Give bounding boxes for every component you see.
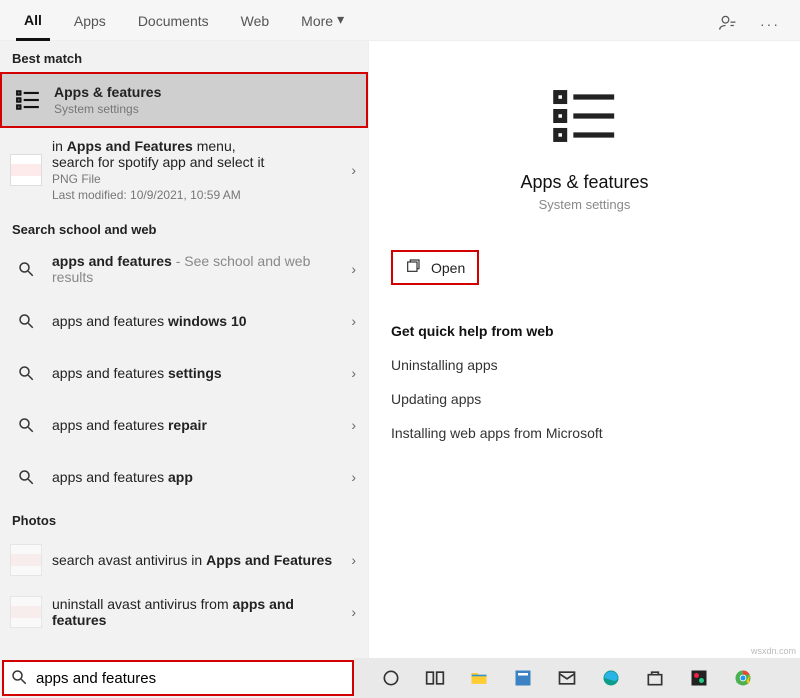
open-button[interactable]: Open xyxy=(391,250,479,285)
search-icon xyxy=(10,305,42,337)
web-result-3[interactable]: apps and features repair › xyxy=(0,399,368,451)
tab-web[interactable]: Web xyxy=(233,9,278,39)
app-icon-orange[interactable] xyxy=(686,665,712,691)
chevron-right-icon: › xyxy=(347,469,360,485)
file-thumb-icon xyxy=(10,596,42,628)
web-result-2[interactable]: apps and features settings › xyxy=(0,347,368,399)
chevron-right-icon: › xyxy=(347,365,360,381)
search-input[interactable] xyxy=(34,669,346,688)
search-icon xyxy=(10,409,42,441)
file-result[interactable]: in Apps and Features menu, search for sp… xyxy=(0,128,368,212)
details-panel: Apps & features System settings Open Get… xyxy=(368,41,800,659)
search-box[interactable] xyxy=(2,660,354,696)
cortana-icon[interactable] xyxy=(378,665,404,691)
tab-apps[interactable]: Apps xyxy=(66,9,114,39)
chevron-right-icon: › xyxy=(347,604,360,620)
feedback-icon[interactable] xyxy=(718,13,738,36)
open-icon xyxy=(405,258,421,277)
chevron-right-icon: › xyxy=(347,261,360,277)
preview-subtitle: System settings xyxy=(391,197,778,212)
results-panel: Best match Apps & features System settin… xyxy=(0,41,368,659)
section-school-web: Search school and web xyxy=(0,212,368,243)
web-result-1[interactable]: apps and features windows 10 › xyxy=(0,295,368,347)
chevron-right-icon: › xyxy=(347,417,360,433)
search-icon xyxy=(10,357,42,389)
best-match-result[interactable]: Apps & features System settings xyxy=(0,72,368,128)
preview-title: Apps & features xyxy=(391,172,778,193)
chevron-right-icon: › xyxy=(347,552,360,568)
chevron-right-icon: › xyxy=(347,313,360,329)
settings-list-icon-large xyxy=(391,81,778,154)
web-result-4[interactable]: apps and features app › xyxy=(0,451,368,503)
mail-icon[interactable] xyxy=(554,665,580,691)
watermark: wsxdn.com xyxy=(751,646,796,656)
web-result-0[interactable]: apps and features - See school and web r… xyxy=(0,243,368,295)
tab-more[interactable]: More▾ xyxy=(293,9,352,40)
search-icon xyxy=(10,461,42,493)
tab-documents[interactable]: Documents xyxy=(130,9,217,39)
file-thumb-icon xyxy=(10,154,42,186)
chevron-right-icon: › xyxy=(347,162,360,178)
search-icon xyxy=(10,253,42,285)
section-best-match: Best match xyxy=(0,41,368,72)
section-photos: Photos xyxy=(0,503,368,534)
photo-result-0[interactable]: search avast antivirus in Apps and Featu… xyxy=(0,534,368,586)
task-view-icon[interactable] xyxy=(422,665,448,691)
app-icon-blue[interactable] xyxy=(510,665,536,691)
tab-all[interactable]: All xyxy=(16,8,50,41)
help-header: Get quick help from web xyxy=(391,323,778,339)
photo-result-1[interactable]: uninstall avast antivirus from apps and … xyxy=(0,586,368,638)
help-link-update[interactable]: Updating apps xyxy=(391,391,778,407)
store-icon[interactable] xyxy=(642,665,668,691)
help-link-install-web[interactable]: Installing web apps from Microsoft xyxy=(391,425,778,441)
filter-tabs: All Apps Documents Web More▾ ··· xyxy=(0,0,800,41)
settings-list-icon xyxy=(12,84,44,116)
help-link-uninstall[interactable]: Uninstalling apps xyxy=(391,357,778,373)
footer xyxy=(0,658,800,698)
file-explorer-icon[interactable] xyxy=(466,665,492,691)
file-thumb-icon xyxy=(10,544,42,576)
more-options-icon[interactable]: ··· xyxy=(760,16,780,32)
edge-icon[interactable] xyxy=(598,665,624,691)
search-icon xyxy=(10,668,28,689)
taskbar xyxy=(354,658,800,698)
chrome-icon[interactable] xyxy=(730,665,756,691)
